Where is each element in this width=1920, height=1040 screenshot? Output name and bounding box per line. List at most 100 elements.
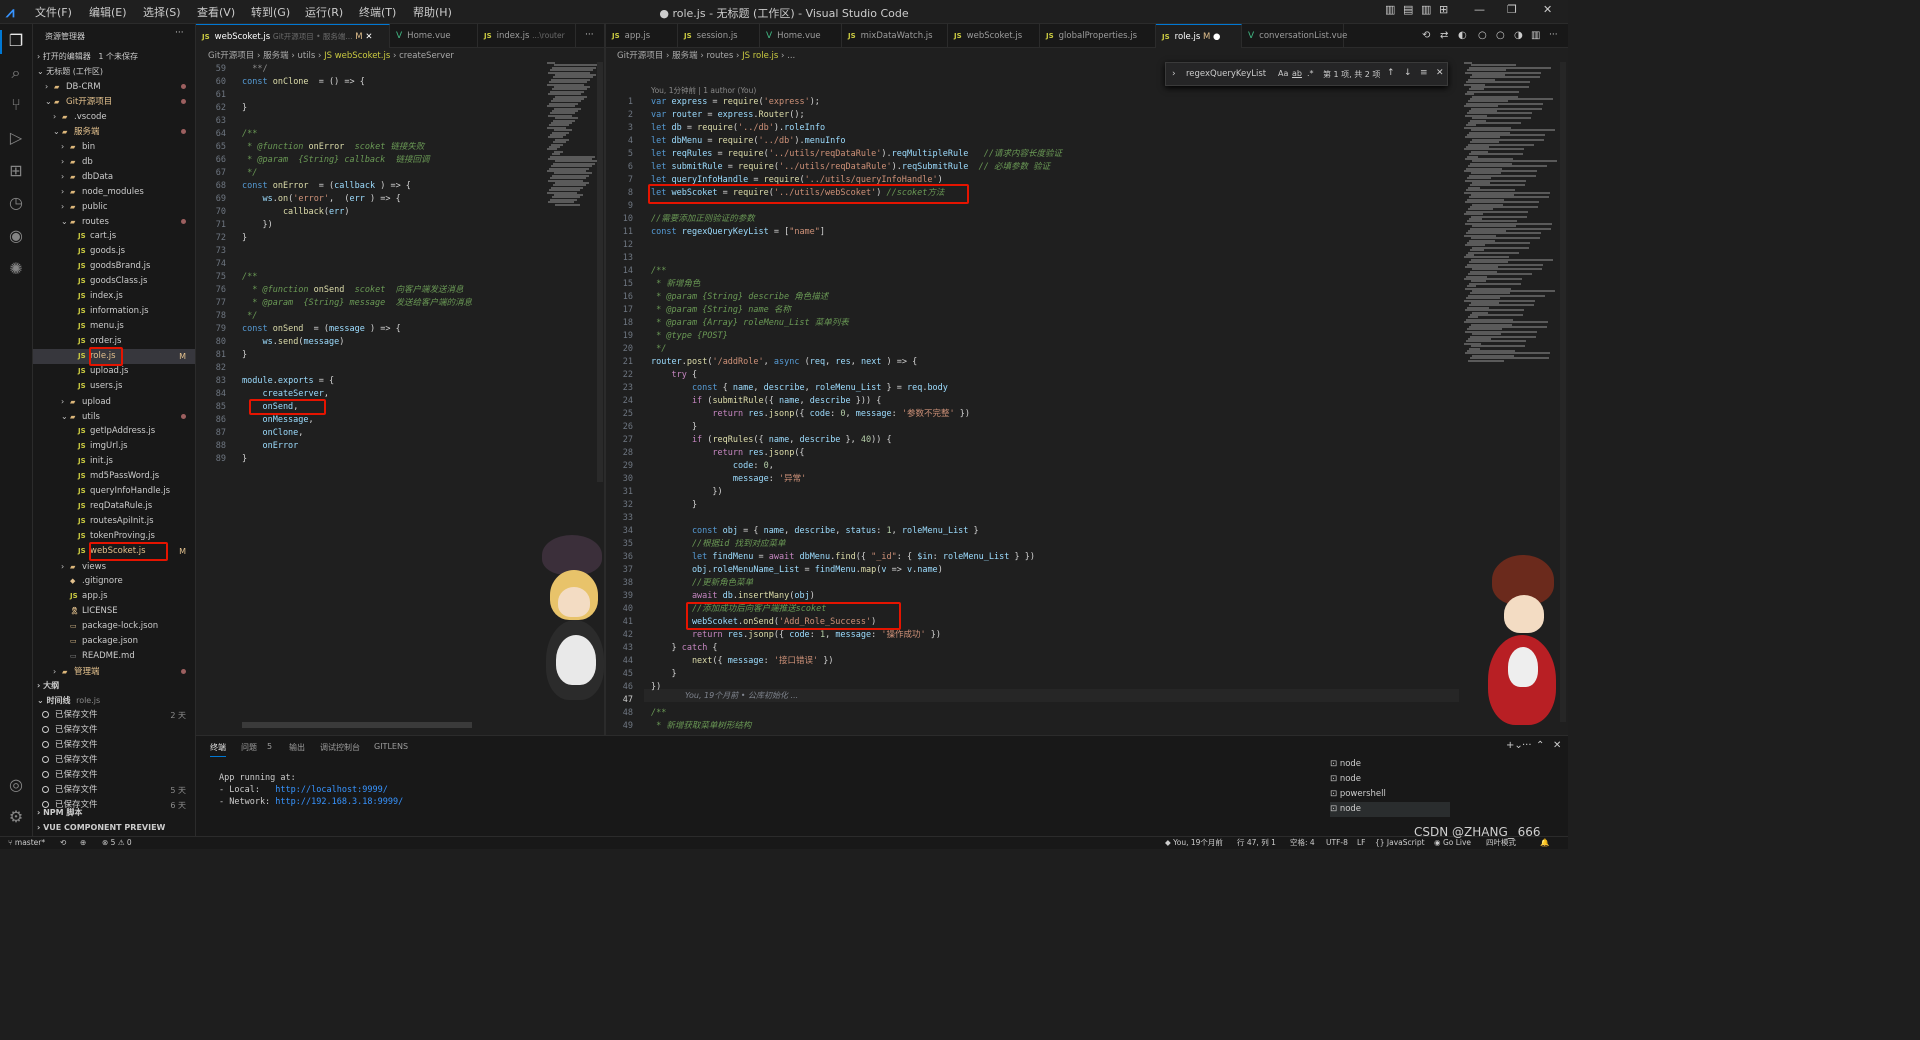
editor-tab[interactable]: JS index.js ...\router [478, 24, 576, 48]
search-icon[interactable]: ⌕ [5, 62, 27, 84]
code-line[interactable]: let reqRules = require('../utils/reqData… [651, 148, 1062, 161]
prev-change-icon[interactable]: ○ [1478, 30, 1487, 41]
panel-tab[interactable]: 终端 [210, 742, 226, 757]
code-line[interactable]: ws.on('error', (err ) => { [242, 193, 472, 206]
new-terminal-icon[interactable]: +⌄ [1506, 740, 1523, 751]
code-line[interactable]: let findMenu = await dbMenu.find({ "_id"… [651, 551, 1062, 564]
code-line[interactable] [242, 245, 472, 258]
settings-gear-icon[interactable]: ⚙ [5, 806, 27, 828]
breadcrumb-item[interactable]: JS webScoket.js [324, 51, 390, 61]
timeline-item[interactable]: 已保存文件 5 天 [33, 783, 195, 798]
tree-folder[interactable]: › ▰ views [33, 559, 195, 574]
editor-tab[interactable]: V Home.vue [760, 24, 842, 48]
breadcrumb-item[interactable]: Git开源项目 [208, 51, 254, 61]
code-line[interactable]: } [651, 668, 1062, 681]
extensions-icon[interactable]: ⊞ [5, 160, 27, 182]
code-line[interactable]: let dbMenu = require('../db').menuInfo [651, 135, 1062, 148]
code-line[interactable]: //更新角色菜单 [651, 577, 1062, 590]
code-line[interactable]: * @param {String} name 名称 [651, 304, 1062, 317]
h-scrollbar-1[interactable] [242, 722, 472, 728]
tree-file[interactable]: 🎗 LICENSE [33, 604, 195, 619]
code-line[interactable]: /** [651, 707, 1062, 720]
tree-folder[interactable]: › ▰ bin [33, 139, 195, 154]
close-find-icon[interactable]: ✕ [1436, 68, 1444, 78]
close-tab-icon[interactable]: ✕ [365, 32, 372, 42]
code-line[interactable]: const onError = (callback ) => { [242, 180, 472, 193]
code-line[interactable]: }) [242, 219, 472, 232]
open-changes-icon[interactable]: ◐ [1458, 30, 1467, 41]
toggle-blame-icon[interactable]: ◑ [1514, 30, 1523, 41]
timeline-history-icon[interactable]: ⟲ [1422, 30, 1430, 41]
tree-folder[interactable]: › ▰ db [33, 154, 195, 169]
tree-file[interactable]: JS queryInfoHandle.js [33, 484, 195, 499]
code-line[interactable]: //需要添加正则验证的参数 [651, 213, 1062, 226]
code-line[interactable]: if (reqRules({ name, describe }, 40)) { [651, 434, 1062, 447]
code-line[interactable]: let submitRule = require('../utils/reqDa… [651, 161, 1062, 174]
code-line[interactable]: * 新增角色 [651, 278, 1062, 291]
terminal-instance[interactable]: ⊡ node [1330, 802, 1450, 817]
code-line[interactable]: * @param {Array} roleMenu_List 菜单列表 [651, 317, 1062, 330]
vue-preview-section[interactable]: › VUE COMPONENT PREVIEW [37, 820, 195, 835]
tree-folder[interactable]: › ▰ upload [33, 394, 195, 409]
editor-more-icon[interactable]: ··· [585, 30, 594, 40]
notifications-icon[interactable]: 🔔 [1540, 837, 1549, 849]
regex-icon[interactable]: .* [1307, 69, 1314, 78]
code-line[interactable]: * @function onError scoket 链接失败 [242, 141, 472, 154]
toggle-secondary-sidebar-icon[interactable]: ▥ [1421, 3, 1431, 16]
tree-file[interactable]: JS information.js [33, 304, 195, 319]
maximize-button[interactable]: ❐ [1507, 3, 1517, 16]
code-line[interactable]: */ [651, 343, 1062, 356]
tree-file[interactable]: JS users.js [33, 379, 195, 394]
tree-file[interactable]: JS reqDataRule.js [33, 499, 195, 514]
editor-tab[interactable]: JS globalProperties.js [1040, 24, 1156, 48]
code-line[interactable]: callback(err) [242, 206, 472, 219]
tree-file[interactable]: JS getIpAddress.js [33, 424, 195, 439]
code-line[interactable]: module.exports = { [242, 375, 472, 388]
timeline-item[interactable]: 已保存文件 [33, 738, 195, 753]
toggle-panel-icon[interactable]: ▤ [1403, 3, 1413, 16]
code-line[interactable]: * @param {String} message 发送给客户端的消息 [242, 297, 472, 310]
timeline-item[interactable]: 已保存文件 [33, 753, 195, 768]
split-editor-icon[interactable]: ▥ [1531, 30, 1540, 41]
timeline-item[interactable]: 已保存文件 2 天 [33, 708, 195, 723]
encoding-status[interactable]: UTF-8 [1326, 837, 1348, 849]
code-line[interactable]: ws.send(message) [242, 336, 472, 349]
toggle-sidebar-icon[interactable]: ▥ [1385, 3, 1395, 16]
breadcrumb-item[interactable]: routes [706, 51, 733, 61]
code-line[interactable]: var express = require('express'); [651, 96, 1062, 109]
code-line[interactable]: } [651, 499, 1062, 512]
code-line[interactable] [651, 512, 1062, 525]
tree-folder[interactable]: ⌄ ▰ Git开源项目 [33, 94, 195, 109]
tree-folder[interactable]: › ▰ public [33, 199, 195, 214]
code-line[interactable]: return res.jsonp({ code: 0, message: '参数… [651, 408, 1062, 421]
code-line[interactable] [242, 89, 472, 102]
terminal-link[interactable]: http://localhost:9999/ [275, 785, 388, 795]
minimap-2[interactable] [1464, 62, 1564, 362]
scrollbar-2[interactable] [1560, 62, 1566, 722]
breadcrumb-item[interactable]: createServer [399, 51, 454, 61]
tree-folder[interactable]: › ▰ dbData [33, 169, 195, 184]
remote-icon[interactable]: ⊕ [80, 837, 86, 849]
account-icon[interactable]: ◎ [5, 774, 27, 796]
timeline-section[interactable]: ⌄ 时间线 role.js [37, 693, 195, 708]
code-line[interactable]: } [242, 453, 472, 466]
code-line[interactable]: message: '异常' [651, 473, 1062, 486]
tree-folder[interactable]: ⌄ ▰ 服务端 [33, 124, 195, 139]
breadcrumb-item[interactable]: JS role.js [742, 51, 778, 61]
tree-file[interactable]: JS app.js [33, 589, 195, 604]
editor-tab[interactable]: JS webScoket.js Git开源项目 • 服务端... M ✕ [196, 24, 390, 48]
tree-folder[interactable]: › ▰ DB-CRM [33, 79, 195, 94]
workspace-section[interactable]: ⌄ 无标题 (工作区) [37, 64, 195, 79]
code-line[interactable]: */ [242, 310, 472, 323]
code-line[interactable] [651, 239, 1062, 252]
code-line[interactable]: const obj = { name, describe, status: 1,… [651, 525, 1062, 538]
openai-icon[interactable]: ✺ [5, 258, 27, 280]
editor-tab[interactable]: JS app.js [606, 24, 678, 48]
tree-folder[interactable]: › ▰ node_modules [33, 184, 195, 199]
breadcrumb-item[interactable]: utils [297, 51, 315, 61]
explorer-icon[interactable]: ❐ [5, 30, 27, 52]
code-line[interactable]: obj.roleMenuName_List = findMenu.map(v =… [651, 564, 1062, 577]
minimap-1[interactable] [547, 62, 599, 212]
code-line[interactable]: onClone, [242, 427, 472, 440]
match-case-icon[interactable]: Aa [1278, 69, 1288, 78]
